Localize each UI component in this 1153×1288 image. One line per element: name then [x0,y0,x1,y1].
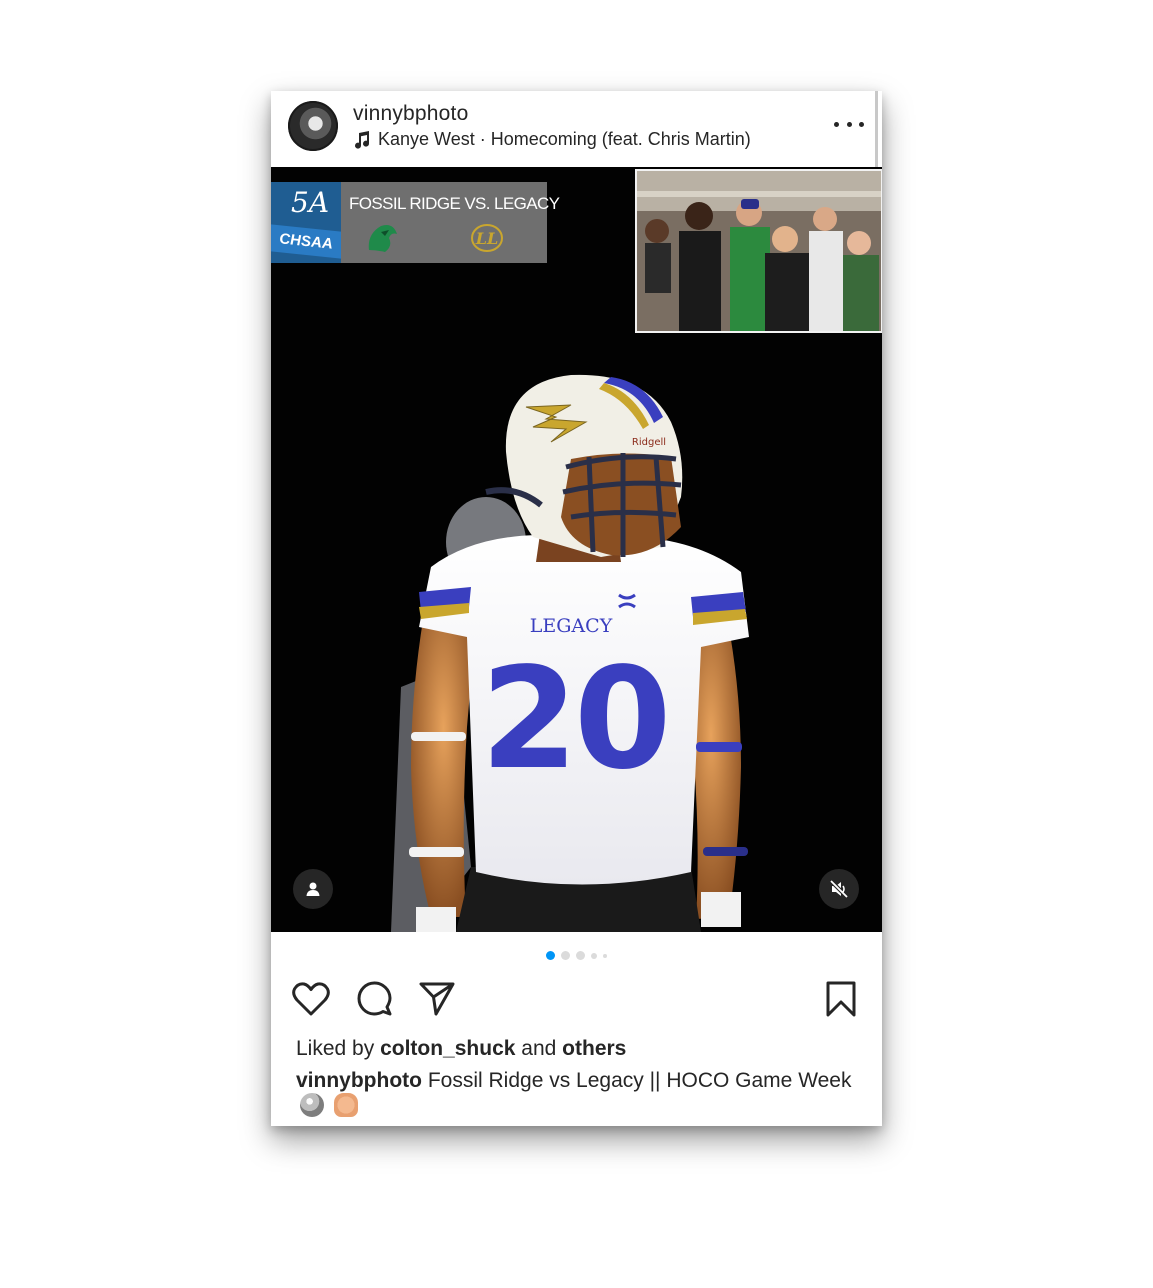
liker-username[interactable]: colton_shuck [380,1037,515,1060]
tagged-users-button[interactable] [293,869,333,909]
carousel-indicator [271,951,882,960]
post-username[interactable]: vinnybphoto [353,102,468,126]
comment-icon [357,981,392,1016]
post-caption: vinnybphoto Fossil Ridge vs Legacy || HO… [296,1068,856,1119]
post-card: vinnybphoto Kanye West · Homecoming (fea… [271,91,882,1126]
carousel-dot [603,953,607,958]
crowd-inset-photo [635,169,882,333]
post-media[interactable]: LEGACY 20 Ridgell 5A CHSAA FOSSIL RIDGE … [271,167,882,932]
likes-others-link[interactable]: others [562,1037,626,1060]
audio-label: Kanye West · Homecoming (feat. Chris Mar… [378,129,751,149]
helmet-brand-text: Ridgell [632,437,666,448]
user-icon [306,882,320,896]
carousel-dot [561,951,570,960]
matchup-label: FOSSIL RIDGE VS. LEGACY [349,194,560,213]
likes-summary[interactable]: Liked by colton_shuck and others [296,1037,626,1061]
association-label: CHSAA [271,224,341,259]
bookmark-icon [826,981,856,1017]
carousel-dot [546,951,555,960]
save-button[interactable] [821,979,861,1019]
caption-text: Fossil Ridge vs Legacy || HOCO Game Week [427,1069,852,1092]
more-options-button[interactable] [834,112,864,136]
likes-joiner: and [521,1037,557,1060]
scorebug: 5A CHSAA FOSSIL RIDGE VS. LEGACY LL [271,182,560,263]
audio-track[interactable]: Kanye West · Homecoming (feat. Chris Mar… [353,129,751,150]
scrollbar[interactable] [875,91,878,167]
likes-prefix: Liked by [296,1037,375,1060]
carousel-dot [576,951,585,960]
music-note-icon [355,130,370,149]
scorebug-association: 5A CHSAA [271,182,341,263]
more-dot-icon [846,121,852,127]
student-section-photo [637,171,881,331]
fossil-ridge-logo-icon [368,225,397,252]
heart-icon [292,982,330,1016]
disco-ball-icon [300,1093,324,1117]
more-dot-icon [834,121,839,127]
comment-button[interactable] [354,979,394,1019]
jersey-number-text: 20 [481,638,668,801]
muted-speaker-icon [829,879,849,899]
post-header: vinnybphoto Kanye West · Homecoming (fea… [271,91,882,167]
svg-text:LL: LL [475,229,499,248]
share-button[interactable] [417,979,457,1019]
praying-hands-icon [333,1093,358,1117]
send-icon [419,982,455,1016]
legacy-logo-icon: LL [471,224,503,252]
carousel-dot [591,952,597,959]
jersey-team-text: LEGACY [530,615,613,637]
classification-label: 5A [291,186,330,219]
more-dot-icon [859,121,864,127]
scorebug-matchup: FOSSIL RIDGE VS. LEGACY LL [341,182,560,263]
like-button[interactable] [291,979,331,1019]
avatar[interactable] [288,101,338,151]
mute-toggle-button[interactable] [819,869,859,909]
caption-author[interactable]: vinnybphoto [296,1069,422,1092]
action-bar [271,979,882,1019]
